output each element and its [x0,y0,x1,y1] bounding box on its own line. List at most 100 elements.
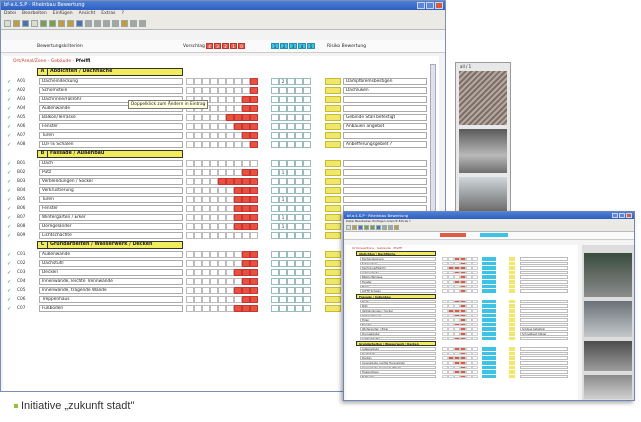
score-cell-2[interactable] [482,370,496,374]
score-cell[interactable] [287,96,295,103]
score-cell[interactable] [271,105,279,112]
note-field-2[interactable] [520,275,568,279]
risk-cell[interactable] [325,205,341,212]
criterion-field-2[interactable]: Verkrustierung [360,313,436,318]
risk-cell-2[interactable] [509,336,515,341]
rating-cell[interactable] [242,105,250,112]
list-view-icon[interactable] [94,20,101,27]
score-cell[interactable] [303,278,311,285]
rating-cell[interactable] [210,105,218,112]
rating-cell[interactable] [210,87,218,94]
rating-cell[interactable] [242,160,250,167]
score-cell[interactable] [279,123,287,130]
risk-cell[interactable] [325,123,341,130]
rating-cell[interactable] [194,196,202,203]
rating-cell[interactable] [226,196,234,203]
note-field-2[interactable] [520,347,568,351]
rating-cell[interactable] [186,160,194,167]
score-cell-2[interactable] [482,332,496,336]
rating-cell[interactable] [218,114,226,121]
rating-cell[interactable] [202,260,210,267]
rating-cell[interactable] [218,169,226,176]
score-cell[interactable] [271,78,279,85]
score-cell[interactable] [287,187,295,194]
criterion-field-2[interactable]: Verblendungen / Sockel [360,309,436,313]
rating-cell[interactable] [186,87,194,94]
criterion-field-2[interactable]: Dachrinne/Fallrohr [360,266,436,270]
risk-cell[interactable] [325,114,341,121]
rating-cell[interactable] [242,78,250,85]
table-row-2[interactable]: LÜFTE Schalen [346,289,578,293]
score-cell-2[interactable] [482,270,496,275]
rating-cell[interactable] [218,160,226,167]
rating-cell[interactable] [234,278,242,285]
rating-cell[interactable] [210,132,218,139]
undo-icon[interactable] [58,20,65,27]
score-cell[interactable] [271,205,279,212]
rating-cell[interactable] [250,96,258,103]
score-cell[interactable] [271,178,279,185]
risk-cell-2[interactable] [509,275,515,279]
table-row[interactable]: ✓ B05 Türen 1 [3,196,439,204]
score-cell[interactable] [303,141,311,148]
rating-cell-2[interactable] [472,318,478,322]
score-cell[interactable] [295,269,303,276]
rating-cell[interactable] [218,287,226,294]
rating-cell[interactable] [210,305,218,312]
rating-cell[interactable] [242,205,250,212]
rating-cell[interactable] [242,223,250,230]
rating-cell[interactable] [234,214,242,221]
risk-cell[interactable] [325,278,341,285]
rating-cell[interactable] [218,178,226,185]
note-field[interactable]: Anbauen angebot [343,123,427,130]
rating-cell[interactable] [210,223,218,230]
rating-cell[interactable] [226,214,234,221]
rating-cell[interactable] [210,260,218,267]
criterion-field[interactable]: Dacheindeckung [39,78,183,85]
rating-cell[interactable] [250,214,258,221]
rating-cell[interactable] [226,132,234,139]
rating-cell[interactable] [250,187,258,194]
rating-cell[interactable] [226,260,234,267]
rating-cell[interactable] [250,169,258,176]
score-cell[interactable] [287,278,295,285]
rating-cell[interactable] [250,296,258,303]
score-cell[interactable] [271,96,279,103]
rating-cell[interactable] [210,196,218,203]
rating-cell-2[interactable] [472,304,478,308]
edit-icon[interactable] [364,225,369,230]
score-cell[interactable] [295,205,303,212]
rating-cell[interactable] [202,251,210,258]
rating-cell[interactable] [226,251,234,258]
rating-cell[interactable] [234,105,242,112]
scale-red-2[interactable]: 2 [222,43,229,49]
score-cell-2[interactable] [482,374,496,379]
score-cell[interactable] [271,269,279,276]
criterion-field-2[interactable]: Fenster [360,280,436,284]
copy-icon[interactable] [370,225,375,230]
risk-cell[interactable] [325,260,341,267]
rating-cell[interactable] [186,296,194,303]
score-cell[interactable] [303,232,311,239]
rating-cell-2[interactable] [472,289,478,293]
rating-cell[interactable] [242,287,250,294]
score-cell[interactable] [287,260,295,267]
score-cell[interactable] [279,269,287,276]
score-cell[interactable] [271,132,279,139]
zoom-icon[interactable] [112,20,119,27]
note-field[interactable] [343,160,427,167]
score-cell[interactable] [303,305,311,312]
risk-cell[interactable] [325,105,341,112]
table-icon[interactable] [376,225,381,230]
risk-cell-2[interactable] [509,309,515,313]
rating-cell[interactable] [234,223,242,230]
score-cell[interactable] [271,223,279,230]
rating-cell[interactable] [250,305,258,312]
score-cell[interactable] [287,87,295,94]
risk-cell-2[interactable] [509,356,515,360]
rating-cell[interactable] [234,269,242,276]
criterion-field-2[interactable]: Türen [360,284,436,289]
menu-item-datei[interactable]: Datei [4,11,16,16]
minimize-icon[interactable] [612,213,618,218]
score-cell[interactable] [303,114,311,121]
